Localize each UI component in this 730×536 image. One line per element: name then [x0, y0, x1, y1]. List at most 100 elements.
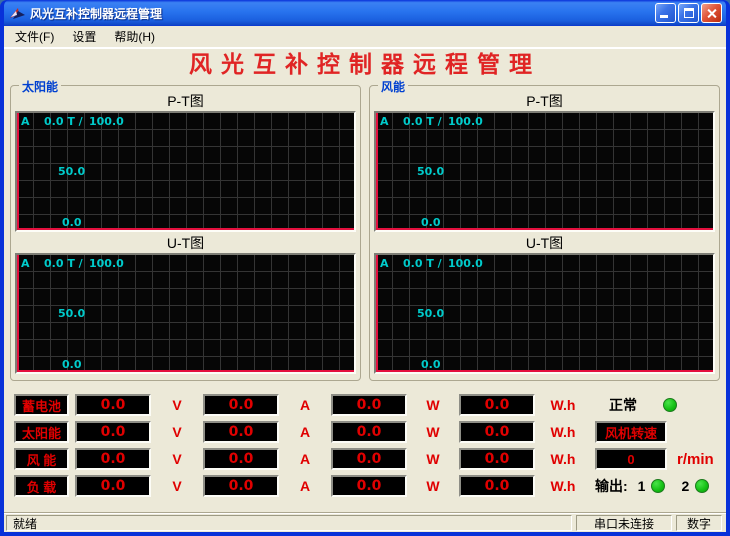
output2-label: 2	[681, 478, 689, 494]
axis-min-label: 0.0	[421, 358, 441, 371]
axis-marker: A	[380, 115, 389, 128]
power-unit: W	[413, 478, 453, 494]
load-label: 负 载	[14, 475, 69, 497]
wind-current-display: 0.0	[203, 448, 279, 470]
axis-min-label: 0.0	[62, 358, 82, 371]
current-unit: A	[285, 451, 325, 467]
battery-power-display: 0.0	[331, 394, 407, 416]
group-solar-legend: 太阳能	[19, 78, 61, 95]
solar-pt-chart: A 0.0 T / 100.0 50.0 0.0	[15, 111, 356, 232]
battery-label: 蓄电池	[14, 394, 69, 416]
minimize-icon	[660, 15, 668, 18]
axis-scale: 0.0 T /	[403, 115, 442, 128]
axis-scale: 0.0 T /	[403, 257, 442, 270]
axis-min-label: 0.0	[421, 216, 441, 229]
solar-row: 太阳能 0.0 V 0.0 A 0.0 W 0.0 W.h 风机转速	[14, 421, 722, 443]
maximize-button[interactable]	[678, 3, 699, 23]
client-area: 风光互补控制器远程管理 太阳能 P-T图 A 0.0 T / 100.0 50.…	[4, 48, 726, 513]
status-num-mode: 数字	[676, 515, 722, 531]
menu-file[interactable]: 文件(F)	[6, 25, 63, 48]
wind-voltage-display: 0.0	[75, 448, 151, 470]
axis-max-label: 100.0	[448, 257, 483, 270]
current-unit: A	[285, 478, 325, 494]
fan-speed-label: 风机转速	[595, 421, 667, 443]
normal-status-led	[663, 398, 677, 412]
output-label: 输出:	[595, 476, 628, 496]
window-controls	[655, 3, 722, 23]
titlebar[interactable]: 风光互补控制器远程管理	[4, 0, 726, 26]
status-serial-connection: 串口未连接	[576, 515, 672, 531]
axis-max-label: 100.0	[448, 115, 483, 128]
battery-energy-display: 0.0	[459, 394, 535, 416]
current-unit: A	[285, 424, 325, 440]
fan-speed-unit: r/min	[677, 451, 714, 468]
battery-current-display: 0.0	[203, 394, 279, 416]
app-window: 风光互补控制器远程管理 文件(F) 设置 帮助(H) 风光互补控制器远程管理 太…	[0, 0, 730, 536]
axis-scale: 0.0 T /	[44, 115, 83, 128]
power-unit: W	[413, 397, 453, 413]
load-row: 负 载 0.0 V 0.0 A 0.0 W 0.0 W.h 输出: 1 2	[14, 475, 722, 497]
maximize-icon	[684, 8, 694, 18]
axis-min-label: 0.0	[62, 216, 82, 229]
output1-led	[651, 479, 665, 493]
axis-max-label: 100.0	[89, 257, 124, 270]
solar-power-display: 0.0	[331, 421, 407, 443]
voltage-unit: V	[157, 451, 197, 467]
wind-label: 风 能	[14, 448, 69, 470]
energy-unit: W.h	[541, 451, 585, 467]
window-title: 风光互补控制器远程管理	[30, 5, 655, 22]
axis-mid-label: 50.0	[417, 307, 444, 320]
page-title: 风光互补控制器远程管理	[8, 49, 722, 79]
power-unit: W	[413, 451, 453, 467]
wind-pt-chart-title: P-T图	[372, 92, 717, 111]
wind-pt-chart: A 0.0 T / 100.0 50.0 0.0	[374, 111, 715, 232]
output1-label: 1	[638, 478, 646, 494]
statusbar: 就绪 串口未连接 数字	[4, 513, 726, 532]
load-energy-display: 0.0	[459, 475, 535, 497]
group-wind: 风能 P-T图 A 0.0 T / 100.0 50.0 0.0 U-T图 A …	[369, 85, 720, 381]
solar-ut-chart: A 0.0 T / 100.0 50.0 0.0	[15, 253, 356, 374]
solar-voltage-display: 0.0	[75, 421, 151, 443]
menu-help[interactable]: 帮助(H)	[105, 25, 164, 48]
current-unit: A	[285, 397, 325, 413]
solar-current-display: 0.0	[203, 421, 279, 443]
wind-power-display: 0.0	[331, 448, 407, 470]
solar-ut-chart-title: U-T图	[13, 234, 358, 253]
axis-marker: A	[380, 257, 389, 270]
app-icon	[9, 6, 26, 21]
output2-led	[695, 479, 709, 493]
status-ready: 就绪	[6, 515, 572, 531]
close-button[interactable]	[701, 3, 722, 23]
chart-groups: 太阳能 P-T图 A 0.0 T / 100.0 50.0 0.0 U-T图 A…	[8, 79, 722, 381]
voltage-unit: V	[157, 478, 197, 494]
readings-panel: 蓄电池 0.0 V 0.0 A 0.0 W 0.0 W.h 正常 太阳能	[8, 394, 722, 497]
normal-status-label: 正常	[595, 395, 637, 415]
energy-unit: W.h	[541, 478, 585, 494]
output-status: 输出: 1 2	[591, 476, 722, 496]
axis-mid-label: 50.0	[58, 165, 85, 178]
solar-energy-display: 0.0	[459, 421, 535, 443]
energy-unit: W.h	[541, 424, 585, 440]
menu-settings[interactable]: 设置	[63, 25, 105, 48]
wind-row: 风 能 0.0 V 0.0 A 0.0 W 0.0 W.h 0 r/min	[14, 448, 722, 470]
solar-label: 太阳能	[14, 421, 69, 443]
energy-unit: W.h	[541, 397, 585, 413]
minimize-button[interactable]	[655, 3, 676, 23]
axis-scale: 0.0 T /	[44, 257, 83, 270]
group-solar: 太阳能 P-T图 A 0.0 T / 100.0 50.0 0.0 U-T图 A…	[10, 85, 361, 381]
window-frame: 文件(F) 设置 帮助(H) 风光互补控制器远程管理 太阳能 P-T图 A 0.…	[4, 26, 726, 532]
load-voltage-display: 0.0	[75, 475, 151, 497]
load-power-display: 0.0	[331, 475, 407, 497]
fan-speed-display: 0	[595, 448, 667, 470]
fan-speed-caption-cell: 风机转速	[591, 421, 722, 443]
wind-ut-chart: A 0.0 T / 100.0 50.0 0.0	[374, 253, 715, 374]
axis-marker: A	[21, 115, 30, 128]
group-wind-legend: 风能	[378, 78, 408, 95]
axis-max-label: 100.0	[89, 115, 124, 128]
axis-marker: A	[21, 257, 30, 270]
battery-row: 蓄电池 0.0 V 0.0 A 0.0 W 0.0 W.h 正常	[14, 394, 722, 416]
fan-speed-value-cell: 0 r/min	[591, 448, 722, 470]
voltage-unit: V	[157, 424, 197, 440]
wind-energy-display: 0.0	[459, 448, 535, 470]
wind-ut-chart-title: U-T图	[372, 234, 717, 253]
